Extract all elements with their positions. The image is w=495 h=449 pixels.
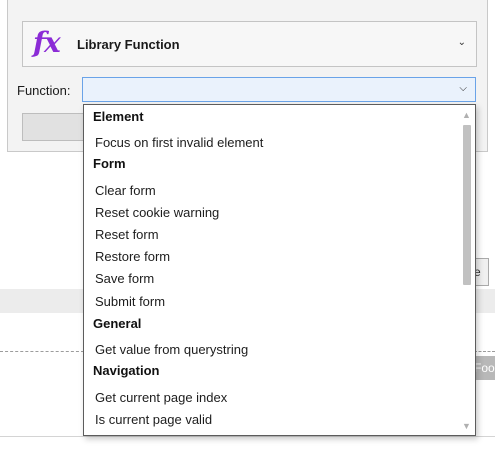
function-fx-icon: fx [33, 26, 61, 59]
function-select[interactable]: ⌵ [82, 77, 476, 102]
scroll-down-arrow-icon[interactable]: ▼ [462, 421, 471, 431]
function-dropdown-list[interactable]: Element Focus on first invalid element F… [83, 104, 476, 436]
list-item[interactable]: Is current page valid [95, 411, 212, 429]
vertical-scrollbar[interactable]: ▲ ▼ [458, 105, 475, 435]
scrollbar-thumb[interactable] [463, 125, 471, 285]
obscured-button[interactable] [22, 113, 92, 141]
list-item[interactable]: Get value from querystring [95, 341, 248, 359]
foo-tag[interactable]: Foo [474, 356, 495, 380]
group-header-general: General [93, 316, 142, 331]
dashed-divider [0, 351, 84, 352]
function-field-label: Function: [17, 83, 71, 98]
group-header-element: Element [93, 109, 144, 124]
group-header-form: Form [93, 156, 126, 171]
list-item[interactable]: Clear form [95, 182, 156, 200]
list-item[interactable]: Reset form [95, 226, 159, 244]
list-item[interactable]: Restore form [95, 248, 170, 266]
function-type-select[interactable]: fx Library Function ⌄ [22, 21, 477, 67]
scroll-up-arrow-icon[interactable]: ▲ [462, 110, 471, 120]
list-item[interactable]: Focus on first invalid element [95, 134, 263, 152]
chevron-down-icon: ⌄ [457, 37, 466, 48]
list-item[interactable]: Get current page index [95, 389, 227, 407]
list-item[interactable]: Reset cookie warning [95, 204, 219, 222]
bottom-divider [0, 436, 495, 437]
function-type-label: Library Function [77, 37, 180, 52]
group-header-navigation: Navigation [93, 363, 160, 378]
list-item[interactable]: Submit form [95, 293, 165, 311]
foo-tag-label: Foo [474, 361, 495, 375]
dashed-divider [474, 351, 495, 352]
list-item[interactable]: Save form [95, 270, 154, 288]
chevron-down-icon: ⌵ [459, 83, 467, 94]
